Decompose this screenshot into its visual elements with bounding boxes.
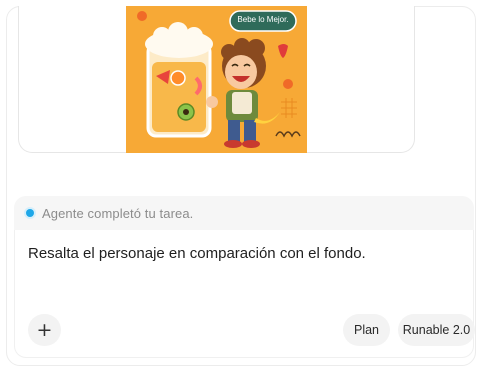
plus-icon: + <box>36 318 53 341</box>
illustration-badge-text: Bebe lo Mejor. <box>237 15 289 24</box>
juice-boy-illustration <box>126 6 307 153</box>
generated-illustration[interactable]: Bebe lo Mejor. <box>126 6 307 153</box>
plan-button[interactable]: Plan <box>343 314 390 346</box>
agent-status-bar: Agente completó tu tarea. <box>14 196 474 230</box>
status-indicator-dot <box>26 209 34 217</box>
message-composer[interactable]: Resalta el personaje en comparación con … <box>14 230 475 358</box>
status-text: Agente completó tu tarea. <box>42 206 194 221</box>
prompt-input[interactable]: Resalta el personaje en comparación con … <box>28 245 366 262</box>
model-selector-button[interactable]: Runable 2.0 <box>398 314 475 346</box>
add-attachment-button[interactable]: + <box>28 314 61 346</box>
